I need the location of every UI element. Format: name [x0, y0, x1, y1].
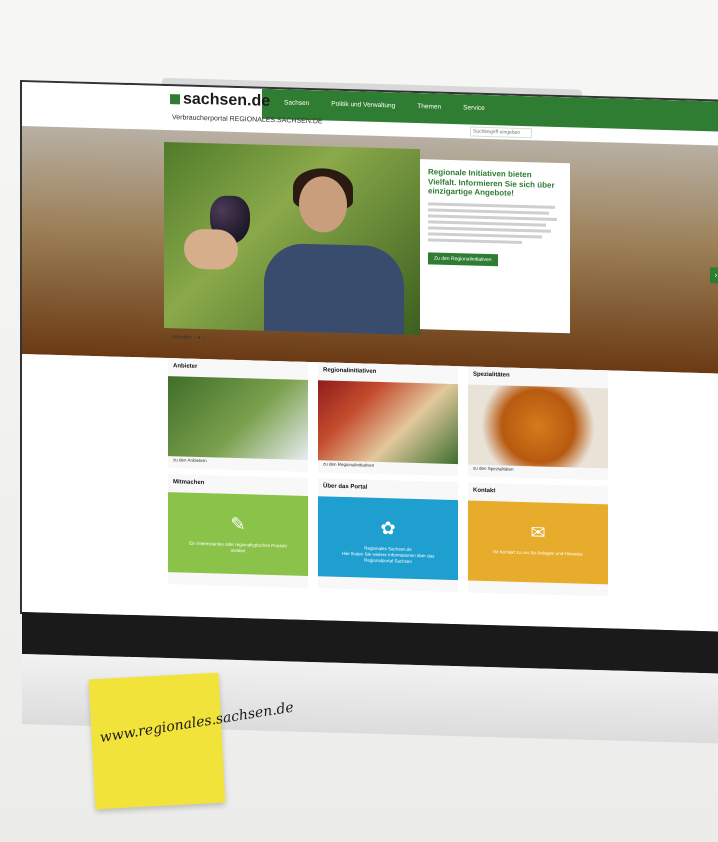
- nav-item-themen[interactable]: Themen: [417, 103, 441, 111]
- tile-caption: Ein interessantes oder regionaltypisches…: [189, 540, 287, 554]
- logo-text: sachsen.de: [183, 90, 271, 110]
- hero-card: Regionale Initiativen bieten Vielfalt. I…: [420, 159, 570, 334]
- tile-image: [468, 384, 608, 469]
- tile-mitmachen[interactable]: Mitmachen ✎ Ein interessantes oder regio…: [168, 474, 308, 588]
- nav-item-sachsen[interactable]: Sachsen: [284, 99, 309, 107]
- envelope-icon: ✉: [530, 522, 546, 543]
- tile-kontakt[interactable]: Kontakt ✉ Ihr Kontakt zu uns für Anliege…: [468, 482, 608, 597]
- sticky-note: www.regionales.sachsen.de: [88, 672, 295, 810]
- hero-jacket: [264, 242, 404, 336]
- tile-title: Mitmachen: [173, 479, 205, 487]
- contribute-icon: ✎: [230, 513, 246, 535]
- tile-caption: Regionales Sachsen.de Hier finden Sie wei…: [341, 545, 435, 564]
- tile-image: [168, 376, 308, 460]
- tile-title: Anbieter: [173, 363, 198, 370]
- search-icon[interactable]: ⌕: [532, 126, 542, 136]
- tile-card: ✎ Ein interessantes oder regionaltypisch…: [168, 492, 308, 576]
- tile-regionalinitiativen[interactable]: Regionalinitiativen zu den Regionaliniti…: [318, 362, 458, 477]
- tile-ueber-das-portal[interactable]: Über das Portal ✿ Regionales Sachsen.de H…: [318, 478, 458, 593]
- sticky-note-text: www.regionales.sachsen.de: [98, 699, 295, 747]
- tile-title: Spezialitäten: [473, 371, 510, 379]
- tile-link[interactable]: zu den Spezialitäten: [473, 466, 514, 472]
- nav-item-service[interactable]: Service: [463, 104, 485, 112]
- hero-cta-button[interactable]: Zu den Regionalinitiativen: [428, 252, 498, 267]
- tile-caption: Ihr Kontakt zu uns für Anliegen und Hinw…: [493, 549, 583, 557]
- hero-face: [299, 175, 347, 234]
- hero-title: Regionale Initiativen bieten Vielfalt. I…: [428, 167, 555, 198]
- tile-spezialitaeten[interactable]: Spezialitäten zu den Spezialitäten: [468, 366, 608, 481]
- tile-link[interactable]: zu den Regionalinitiativen: [323, 461, 374, 467]
- monitor-screen: sachsen.de Verbraucherportal REGIONALES.…: [22, 82, 718, 632]
- search-input[interactable]: Suchbegriff eingeben: [470, 126, 532, 139]
- menu-icon[interactable]: ☰: [558, 126, 568, 136]
- tile-title: Über das Portal: [323, 483, 368, 491]
- hero-pager[interactable]: Anhalten ○ ● ○: [172, 334, 205, 341]
- tile-title: Kontakt: [473, 487, 496, 495]
- photo-scene: sachsen.de Verbraucherportal REGIONALES.…: [0, 0, 718, 842]
- side-arrow-button[interactable]: ›: [710, 267, 718, 284]
- header-nav-bar: [262, 88, 718, 132]
- tile-anbieter[interactable]: Anbieter zu den Anbietern: [168, 358, 308, 472]
- hero-hand: [184, 228, 238, 271]
- hero-photo: [164, 141, 420, 336]
- logo-mark-icon: [170, 93, 180, 105]
- site-logo[interactable]: sachsen.de: [170, 90, 270, 111]
- tiles-section: Anbieter zu den Anbietern Regionalinitia…: [22, 354, 718, 632]
- monitor: sachsen.de Verbraucherportal REGIONALES.…: [22, 77, 718, 744]
- tile-card: ✉ Ihr Kontakt zu uns für Anliegen und Hi…: [468, 500, 608, 585]
- hero-body-lines: [428, 202, 562, 245]
- tile-card: ✿ Regionales Sachsen.de Hier finden Sie w…: [318, 496, 458, 581]
- hero-banner: Regionale Initiativen bieten Vielfalt. I…: [22, 126, 718, 374]
- portal-logo-icon: ✿: [380, 518, 396, 539]
- pager-label: Anhalten: [172, 334, 192, 341]
- tile-image: [318, 380, 458, 465]
- tile-title: Regionalinitiativen: [323, 367, 377, 375]
- tile-link[interactable]: zu den Anbietern: [173, 457, 207, 463]
